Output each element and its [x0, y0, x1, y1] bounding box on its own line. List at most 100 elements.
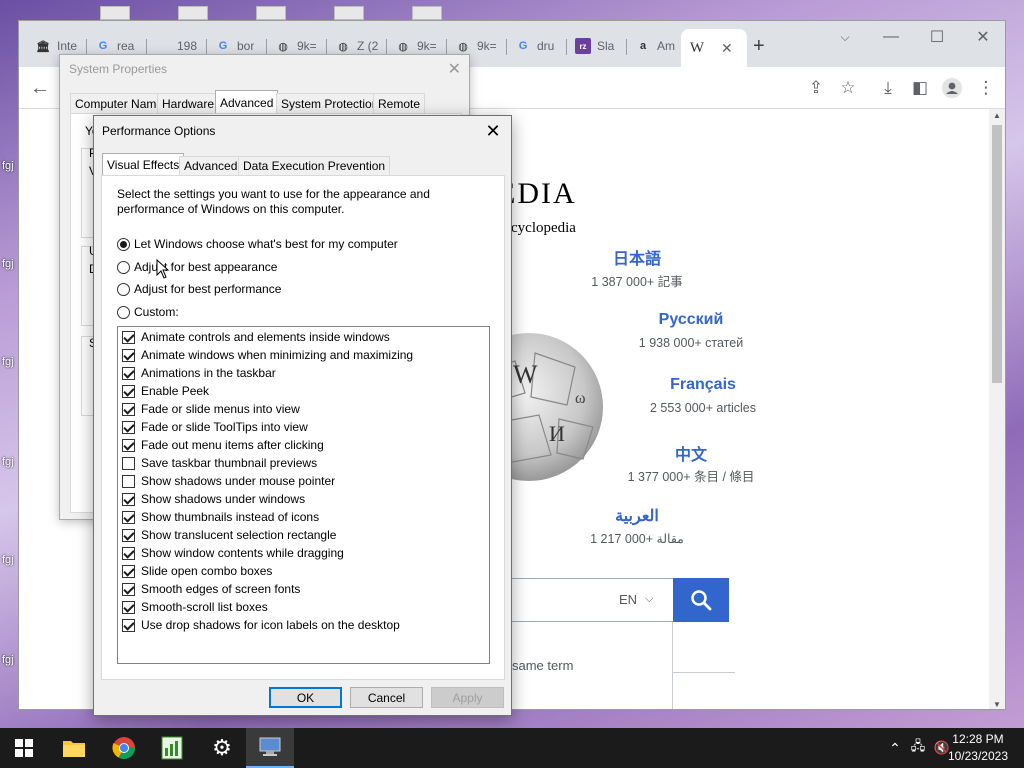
visual-effects-list[interactable]: Animate controls and elements inside win…: [117, 326, 490, 664]
desktop-icon-label: fgj: [2, 456, 14, 468]
effect-checkbox[interactable]: Fade or slide ToolTips into view: [122, 418, 308, 436]
radio-custom[interactable]: Custom:: [117, 305, 179, 319]
cancel-button[interactable]: Cancel: [350, 687, 423, 708]
tab-system-protection[interactable]: System Protection: [276, 93, 384, 113]
spreadsheet-icon[interactable]: [148, 728, 196, 768]
tab-label: bor: [237, 39, 255, 53]
browser-tab[interactable]: rz Sla: [567, 33, 625, 59]
system-properties-icon[interactable]: [246, 728, 294, 768]
tab-computer-name[interactable]: Computer Name: [70, 93, 169, 113]
clock-time: 12:28 PM: [952, 732, 1004, 746]
globe-icon: ◍: [398, 40, 408, 53]
effect-checkbox[interactable]: Show window contents while dragging: [122, 544, 344, 562]
tab-visual-effects[interactable]: Visual Effects: [102, 153, 185, 176]
performance-options-dialog: Performance Options ✕ Visual Effects Adv…: [93, 115, 512, 716]
share-icon[interactable]: ⇪: [805, 77, 827, 99]
desktop-icon-label: fgj: [2, 160, 14, 172]
tab-advanced[interactable]: Advanced: [215, 90, 279, 114]
radio-button[interactable]: [117, 282, 130, 296]
search-suggestions: same term: [497, 622, 673, 709]
network-icon[interactable]: 🖧: [906, 728, 930, 768]
new-tab-button[interactable]: +: [749, 33, 779, 59]
download-icon[interactable]: ⤓: [877, 77, 899, 99]
tab-advanced[interactable]: Advanced: [179, 156, 243, 175]
tab-close-icon[interactable]: ✕: [721, 40, 733, 57]
browser-tab-active[interactable]: W ✕: [681, 29, 747, 67]
effect-checkbox[interactable]: Show thumbnails instead of icons: [122, 508, 319, 526]
search-button[interactable]: [673, 578, 729, 622]
desktop-icon[interactable]: [178, 6, 208, 20]
effect-checkbox[interactable]: Animate windows when minimizing and maxi…: [122, 346, 413, 364]
effect-checkbox[interactable]: Fade or slide menus into view: [122, 400, 300, 418]
search-language-select[interactable]: EN ⌵: [619, 592, 653, 607]
bookmark-star-icon[interactable]: ☆: [837, 77, 859, 99]
google-icon: G: [98, 40, 108, 52]
effect-checkbox[interactable]: Animate controls and elements inside win…: [122, 328, 390, 346]
chevron-down-icon: ⌵: [645, 593, 654, 605]
effect-checkbox[interactable]: Show shadows under windows: [122, 490, 305, 508]
close-icon[interactable]: ✕: [481, 120, 505, 142]
tab-hardware[interactable]: Hardware: [157, 93, 220, 113]
taskbar: ⚙ ⌃ 🖧 🔇 12:28 PM 10/23/2023: [0, 728, 1024, 768]
effect-checkbox[interactable]: Show translucent selection rectangle: [122, 526, 336, 544]
lang-link-arabic[interactable]: العربية: [557, 506, 717, 526]
window-title: System Properties: [69, 62, 168, 76]
effect-checkbox[interactable]: Fade out menu items after clicking: [122, 436, 324, 454]
desktop-icon-label: fgj: [2, 654, 14, 666]
effect-checkbox[interactable]: Smooth edges of screen fonts: [122, 580, 300, 598]
close-icon[interactable]: ✕: [448, 59, 461, 79]
visual-effects-panel: Select the settings you want to use for …: [101, 175, 505, 680]
profile-avatar-icon[interactable]: [941, 77, 963, 99]
effect-checkbox[interactable]: Save taskbar thumbnail previews: [122, 454, 317, 472]
desktop-icon[interactable]: [100, 6, 130, 20]
lang-link-chinese[interactable]: 中文: [611, 441, 771, 465]
tab-remote[interactable]: Remote: [373, 93, 426, 113]
radio-best-appearance[interactable]: Adjust for best appearance: [117, 260, 277, 274]
radio-best-performance[interactable]: Adjust for best performance: [117, 282, 281, 296]
back-arrow-icon[interactable]: ←: [29, 77, 51, 99]
lang-count-french: 2 553 000+ articles: [650, 401, 756, 415]
tab-data-execution-prevention[interactable]: Data Execution Prevention: [238, 156, 391, 175]
desktop-icon-label: fgj: [2, 554, 14, 566]
effect-checkbox[interactable]: Use drop shadows for icon labels on the …: [122, 616, 400, 634]
tab-search-icon[interactable]: ⌵: [822, 23, 868, 51]
close-window-button[interactable]: ✕: [960, 23, 1005, 51]
lang-link-japanese[interactable]: 日本語: [557, 245, 717, 269]
search-suggestion[interactable]: same term: [512, 658, 573, 673]
desktop-icon[interactable]: [334, 6, 364, 20]
svg-text:ω: ω: [575, 390, 586, 407]
rz-icon: rz: [575, 38, 591, 54]
browser-tab[interactable]: a Am: [627, 33, 685, 59]
lang-link-russian[interactable]: Русский: [611, 311, 771, 329]
ok-button[interactable]: OK: [269, 687, 342, 708]
tab-label: Am: [657, 39, 675, 53]
effect-checkbox[interactable]: Slide open combo boxes: [122, 562, 272, 580]
desktop-icon[interactable]: [412, 6, 442, 20]
settings-gear-icon[interactable]: ⚙: [198, 728, 246, 768]
radio-let-windows-choose[interactable]: Let Windows choose what's best for my co…: [117, 237, 398, 251]
google-icon: G: [518, 40, 528, 52]
desktop-icon[interactable]: [256, 6, 286, 20]
side-panel-icon[interactable]: ◧: [909, 77, 931, 99]
globe-icon: ◍: [458, 40, 468, 53]
file-explorer-icon[interactable]: [50, 728, 98, 768]
effect-checkbox[interactable]: Animations in the taskbar: [122, 364, 276, 382]
effect-checkbox[interactable]: Smooth-scroll list boxes: [122, 598, 268, 616]
browser-tab[interactable]: G dru: [507, 33, 565, 59]
radio-button[interactable]: [117, 237, 130, 251]
apply-button[interactable]: Apply: [431, 687, 504, 708]
maximize-button[interactable]: ☐: [914, 23, 960, 51]
windows-start-icon[interactable]: [0, 728, 48, 768]
radio-button[interactable]: [117, 260, 130, 274]
minimize-button[interactable]: —: [868, 23, 914, 51]
radio-button[interactable]: [117, 305, 130, 319]
chrome-icon[interactable]: [100, 728, 148, 768]
effect-checkbox[interactable]: Show shadows under mouse pointer: [122, 472, 335, 490]
tab-label: 9k=: [297, 39, 317, 53]
menu-kebab-icon[interactable]: ⋮: [975, 77, 997, 99]
effect-checkbox[interactable]: Enable Peek: [122, 382, 209, 400]
lang-link-french[interactable]: Français: [623, 376, 783, 394]
system-clock[interactable]: 12:28 PM 10/23/2023: [948, 731, 1008, 765]
scrollbar-thumb[interactable]: [992, 125, 1002, 383]
show-hidden-icons-chevron-icon[interactable]: ⌃: [884, 728, 906, 768]
